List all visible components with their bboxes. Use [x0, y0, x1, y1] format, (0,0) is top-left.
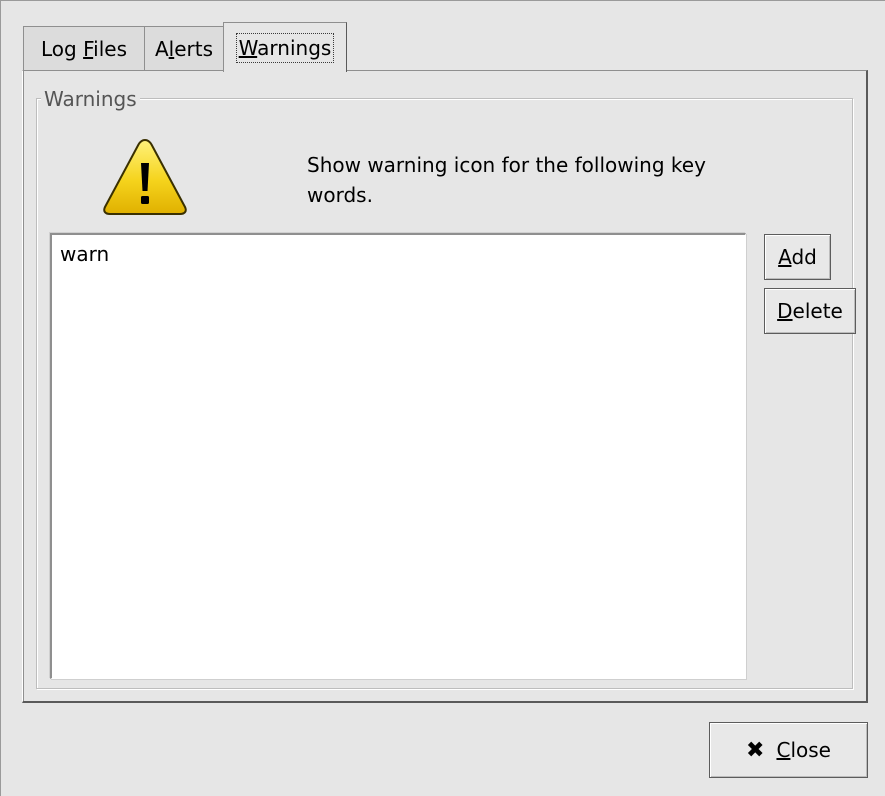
list-item[interactable]: warn [52, 235, 745, 267]
add-button[interactable]: Add [764, 234, 831, 280]
tab-log-files-label: Log Files [41, 36, 127, 61]
warnings-tab-panel: Warnings Show warning icon for the follo… [22, 70, 868, 703]
warning-triangle-icon [103, 138, 187, 215]
tab-alerts[interactable]: Alerts [144, 26, 224, 70]
tab-log-files[interactable]: Log Files [23, 26, 145, 70]
close-button-label: Close [776, 738, 831, 762]
delete-button-label: Delete [777, 299, 843, 323]
preferences-window: Log Files Alerts Warnings Warnings Show … [0, 0, 885, 796]
warnings-frame-label: Warnings [41, 87, 140, 111]
tab-warnings[interactable]: Warnings [223, 22, 347, 72]
tab-warnings-label: Warnings [235, 32, 335, 63]
tab-alerts-label: Alerts [154, 36, 214, 61]
delete-button[interactable]: Delete [764, 288, 856, 334]
close-icon: ✖ [746, 737, 765, 763]
keyword-list[interactable]: warn [50, 233, 746, 679]
warning-description: Show warning icon for the following key … [307, 153, 706, 207]
add-button-label: Add [778, 245, 817, 269]
close-button[interactable]: ✖ Close [709, 722, 868, 778]
